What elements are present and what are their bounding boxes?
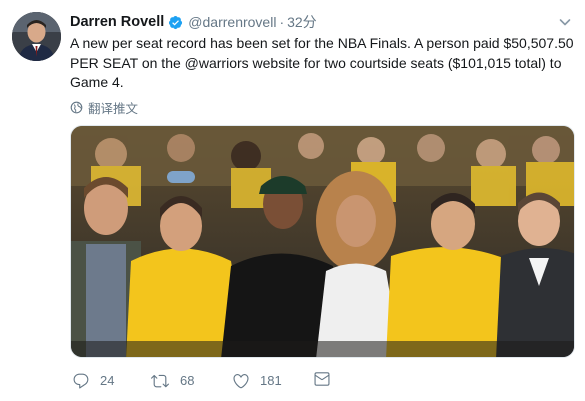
reply-count: 24 [100,373,115,388]
translate-tweet-link[interactable]: 翻译推文 [70,98,138,117]
retweet-button[interactable]: 68 [150,370,194,392]
heart-icon [233,374,249,389]
tweet-photo[interactable] [70,125,575,358]
like-button[interactable]: 181 [232,370,282,392]
reply-icon [73,373,89,389]
direct-message-button[interactable] [313,370,341,388]
translate-label: 翻译推文 [88,102,139,116]
reply-button[interactable]: 24 [72,370,114,392]
author-handle[interactable]: @darrenrovell [188,14,276,30]
verified-badge-icon [168,15,183,30]
like-count: 181 [260,373,282,388]
chevron-down-icon[interactable] [557,14,573,30]
tweet-text: A new per seat record has been set for t… [70,35,574,90]
tweet-timestamp[interactable]: 32分 [287,12,317,32]
mail-icon [314,372,330,386]
retweet-count: 68 [180,373,195,388]
tweet-card[interactable]: Darren Rovell @darrenrovell · 32分 A new … [0,0,585,401]
retweet-icon [151,374,169,388]
globe-icon [70,101,83,114]
header-separator: · [279,14,285,30]
author-avatar[interactable] [12,12,61,61]
author-display-name[interactable]: Darren Rovell [70,14,164,30]
tweet-header: Darren Rovell @darrenrovell · 32分 [70,12,573,32]
